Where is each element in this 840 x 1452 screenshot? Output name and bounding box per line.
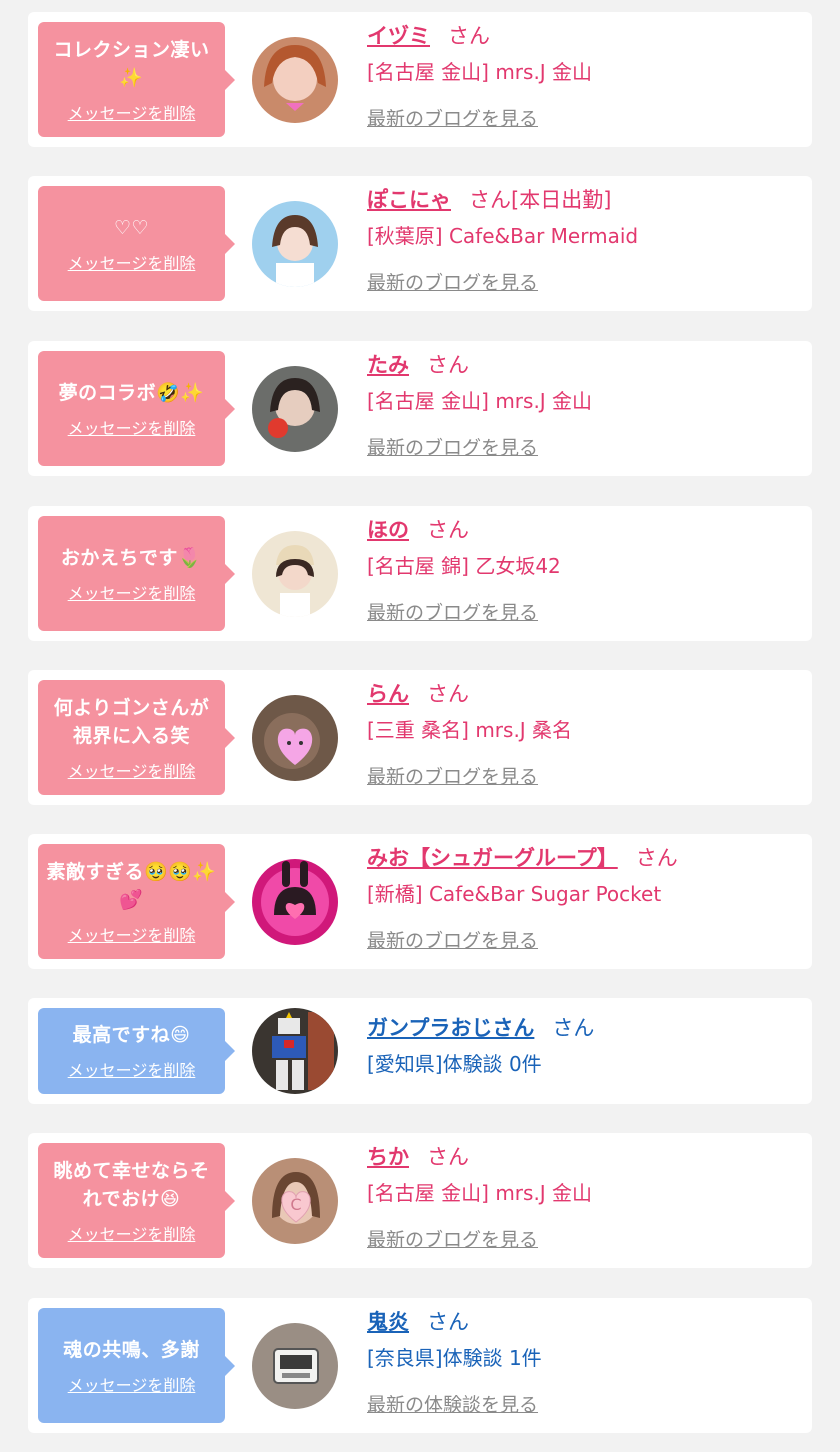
avatar[interactable] xyxy=(252,1323,338,1409)
message-text: 夢のコラボ🤣✨ xyxy=(58,381,205,404)
avatar[interactable] xyxy=(252,366,338,452)
honorific: さん xyxy=(552,1016,595,1040)
shop-name: [名古屋 金山] mrs.J 金山 xyxy=(367,389,593,413)
latest-blog-link[interactable]: 最新のブログを見る xyxy=(367,926,538,953)
message-bubble: おかえちです🌷 メッセージを削除 xyxy=(38,516,235,631)
message-card: おかえちです🌷 メッセージを削除 ほの さん [名古屋 錦] 乙女坂42 最新のブ… xyxy=(28,506,812,641)
latest-blog-link[interactable]: 最新のブログを見る xyxy=(367,598,538,625)
message-card: 最高ですね😄 メッセージを削除 ガンプラおじさん さん [愛知県]体験談 0件 xyxy=(28,998,812,1104)
message-bubble: 最高ですね😄 メッセージを削除 xyxy=(38,1008,235,1094)
delete-message-link[interactable]: メッセージを削除 xyxy=(68,250,196,274)
user-name-link[interactable]: みお【シュガーグループ】 xyxy=(367,846,618,870)
message-card: 眺めて幸せならそれでおけ😆 メッセージを削除 C ちか さん [名古屋 金山] m… xyxy=(28,1133,812,1268)
shop-name: [秋葉原] Cafe&Bar Mermaid xyxy=(367,224,639,248)
honorific: さん xyxy=(427,353,469,377)
user-name-link[interactable]: らん xyxy=(367,682,409,706)
delete-message-link[interactable]: メッセージを削除 xyxy=(68,1372,196,1396)
latest-blog-link[interactable]: 最新のブログを見る xyxy=(367,268,538,295)
message-card: 夢のコラボ🤣✨ メッセージを削除 たみ さん [名古屋 金山] mrs.J 金山 … xyxy=(28,341,812,476)
honorific: さん xyxy=(448,24,490,48)
avatar[interactable]: C xyxy=(252,1158,338,1244)
user-name-link[interactable]: ぽこにゃ xyxy=(367,188,451,212)
delete-message-link[interactable]: メッセージを削除 xyxy=(68,415,196,439)
latest-blog-link[interactable]: 最新のブログを見る xyxy=(367,762,538,789)
message-bubble: コレクション凄い✨ メッセージを削除 xyxy=(38,22,235,137)
honorific: さん xyxy=(427,1145,469,1169)
honorific: さん[本日出勤] xyxy=(469,188,612,212)
review-count: [愛知県]体験談 0件 xyxy=(367,1052,542,1076)
latest-blog-link[interactable]: 最新のブログを見る xyxy=(367,104,538,131)
delete-message-link[interactable]: メッセージを削除 xyxy=(68,1221,196,1245)
review-count: [奈良県]体験談 1件 xyxy=(367,1346,542,1370)
message-text: 何よりゴンさんが視界に入る笑 xyxy=(53,696,210,747)
avatar[interactable] xyxy=(252,1008,338,1094)
delete-message-link[interactable]: メッセージを削除 xyxy=(68,1057,196,1081)
delete-message-link[interactable]: メッセージを削除 xyxy=(68,922,196,946)
shop-name: [名古屋 金山] mrs.J 金山 xyxy=(367,60,593,84)
message-list: コレクション凄い✨ メッセージを削除 イヅミ さん [名古屋 金山] mrs.J … xyxy=(0,0,840,1452)
message-card: コレクション凄い✨ メッセージを削除 イヅミ さん [名古屋 金山] mrs.J … xyxy=(28,12,812,147)
message-bubble: 何よりゴンさんが視界に入る笑 メッセージを削除 xyxy=(38,680,235,795)
user-name-link[interactable]: ちか xyxy=(367,1145,409,1169)
message-bubble: 眺めて幸せならそれでおけ😆 メッセージを削除 xyxy=(38,1143,235,1258)
message-card: 何よりゴンさんが視界に入る笑 メッセージを削除 らん さん [三重 桑名] mrs… xyxy=(28,670,812,805)
honorific: さん xyxy=(427,682,469,706)
latest-blog-link[interactable]: 最新のブログを見る xyxy=(367,433,538,460)
message-text: 魂の共鳴、多謝 xyxy=(63,1338,200,1361)
message-card: 素敵すぎる🥹🥹✨💕 メッセージを削除 みお【シュガーグループ】 さん [新橋] C… xyxy=(28,834,812,969)
user-name-link[interactable]: 鬼炎 xyxy=(367,1310,409,1334)
avatar[interactable] xyxy=(252,859,338,945)
message-text: おかえちです🌷 xyxy=(60,546,203,569)
message-bubble: 魂の共鳴、多謝 メッセージを削除 xyxy=(38,1308,235,1423)
latest-blog-link[interactable]: 最新のブログを見る xyxy=(367,1225,538,1252)
shop-name: [名古屋 錦] 乙女坂42 xyxy=(367,554,561,578)
delete-message-link[interactable]: メッセージを削除 xyxy=(68,100,196,124)
message-bubble: 夢のコラボ🤣✨ メッセージを削除 xyxy=(38,351,235,466)
honorific: さん xyxy=(635,846,678,870)
delete-message-link[interactable]: メッセージを削除 xyxy=(68,580,196,604)
shop-name: [新橋] Cafe&Bar Sugar Pocket xyxy=(367,882,662,906)
message-text: 最高ですね😄 xyxy=(72,1024,191,1046)
message-card: ♡♡ メッセージを削除 ぽこにゃ さん[本日出勤] [秋葉原] Cafe&Bar … xyxy=(28,176,812,311)
message-bubble: ♡♡ メッセージを削除 xyxy=(38,186,235,301)
message-text: 素敵すぎる🥹🥹✨💕 xyxy=(46,860,217,911)
honorific: さん xyxy=(427,1310,469,1334)
avatar[interactable] xyxy=(252,37,338,123)
avatar[interactable] xyxy=(252,695,338,781)
shop-name: [名古屋 金山] mrs.J 金山 xyxy=(367,1181,593,1205)
user-name-link[interactable]: ガンプラおじさん xyxy=(367,1016,534,1040)
svg-text:C: C xyxy=(290,1195,301,1214)
user-name-link[interactable]: ほの xyxy=(367,518,409,542)
shop-name: [三重 桑名] mrs.J 桑名 xyxy=(367,718,573,742)
message-card: 魂の共鳴、多謝 メッセージを削除 鬼炎 さん [奈良県]体験談 1件 最新の体験談… xyxy=(28,1298,812,1433)
message-text: ♡♡ xyxy=(113,216,150,239)
message-text: コレクション凄い✨ xyxy=(53,38,210,89)
latest-review-link[interactable]: 最新の体験談を見る xyxy=(367,1390,538,1417)
user-name-link[interactable]: イヅミ xyxy=(367,24,430,48)
avatar[interactable] xyxy=(252,531,338,617)
message-text: 眺めて幸せならそれでおけ😆 xyxy=(53,1159,210,1210)
user-name-link[interactable]: たみ xyxy=(367,353,409,377)
honorific: さん xyxy=(427,518,469,542)
message-bubble: 素敵すぎる🥹🥹✨💕 メッセージを削除 xyxy=(38,844,235,959)
avatar[interactable] xyxy=(252,201,338,287)
delete-message-link[interactable]: メッセージを削除 xyxy=(68,758,196,782)
